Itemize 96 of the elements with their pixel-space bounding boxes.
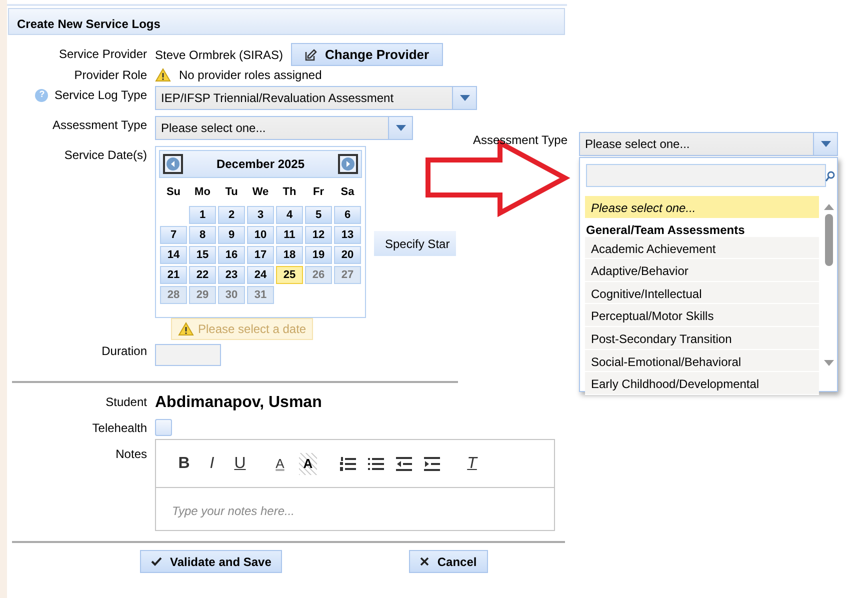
calendar-day[interactable]: 11	[276, 226, 303, 244]
calendar-day[interactable]: 18	[276, 246, 303, 264]
calendar-day[interactable]: 7	[160, 226, 187, 244]
field-label: Telehealth	[92, 420, 147, 437]
calendar-day: 29	[189, 286, 216, 304]
field-label: Assessment Type	[473, 132, 568, 149]
option-group-label: General/Team Assessments	[585, 222, 746, 237]
telehealth-checkbox[interactable]	[155, 419, 172, 436]
weekday-label: Fr	[312, 185, 325, 200]
caret-icon	[460, 95, 470, 101]
calendar-day: 27	[334, 266, 361, 284]
dropdown-option[interactable]: Post-Secondary Transition	[585, 326, 819, 350]
calendar-month-title: December 2025	[216, 156, 305, 173]
clear-format-button[interactable]: T	[458, 452, 486, 474]
check-icon	[151, 557, 162, 566]
calendar-day[interactable]: 14	[160, 246, 187, 264]
provider-name: Steve Ormbrek (SIRAS)	[155, 46, 284, 64]
warning-icon	[155, 68, 171, 82]
specify-start-button[interactable]: Specify Star	[374, 231, 456, 256]
indent-icon	[424, 456, 440, 470]
next-month-button[interactable]	[338, 154, 358, 174]
close-icon	[420, 557, 430, 566]
date-warning: Please select a date	[171, 318, 314, 340]
caret-icon	[396, 125, 406, 131]
weekday-label: Mo	[194, 185, 212, 200]
calendar-day[interactable]: 1	[189, 206, 216, 224]
field-label: Provider Role	[74, 67, 147, 84]
background-color-button[interactable]: A	[299, 452, 317, 474]
calendar-day[interactable]: 20	[334, 246, 361, 264]
italic-button[interactable]: I	[198, 452, 226, 474]
dropdown-option[interactable]: Perceptual/Motor Skills	[585, 304, 819, 327]
duration-field[interactable]	[155, 344, 221, 366]
field-label: Duration	[102, 343, 147, 360]
scrollbar[interactable]	[824, 204, 834, 366]
calendar-day: 31	[247, 286, 274, 304]
calendar-day[interactable]: 10	[247, 226, 274, 244]
calendar-day[interactable]: 15	[189, 246, 216, 264]
calendar-day: 28	[160, 286, 187, 304]
calendar-day[interactable]: 16	[218, 246, 245, 264]
calendar-day[interactable]: 6	[334, 206, 361, 224]
field-label: Assessment Type	[52, 117, 147, 134]
calendar-day[interactable]: 22	[189, 266, 216, 284]
calendar-day[interactable]: 9	[218, 226, 245, 244]
numbered-list-icon	[340, 456, 356, 470]
bold-button[interactable]: B	[170, 452, 198, 474]
warning-icon	[178, 322, 194, 336]
field-label: Service Date(s)	[64, 147, 147, 164]
calendar-day[interactable]: 23	[218, 266, 245, 284]
weekday-label: Su	[165, 185, 182, 200]
cancel-button[interactable]: Cancel	[409, 550, 488, 573]
dropdown-option[interactable]: Social-Emotional/Behavioral	[585, 350, 819, 372]
calendar-day[interactable]: 17	[247, 246, 274, 264]
validate-and-save-button[interactable]: Validate and Save	[140, 550, 282, 573]
calendar-day[interactable]: 2	[218, 206, 245, 224]
weekday-label: Th	[282, 185, 298, 200]
weekday-label: We	[251, 185, 270, 200]
calendar-day[interactable]: 25	[276, 266, 303, 284]
calendar-day[interactable]: 21	[160, 266, 187, 284]
calendar-day: 26	[305, 266, 332, 284]
field-label: Student	[106, 394, 147, 411]
field-label: Service Provider	[58, 46, 147, 63]
previous-month-button[interactable]	[163, 154, 183, 174]
font-color-button[interactable]: A	[266, 452, 294, 474]
calendar-day[interactable]: 24	[247, 266, 274, 284]
field-label: Service Log Type	[54, 87, 147, 104]
weekday-label: Sa	[340, 185, 356, 200]
change-provider-button[interactable]: Change Provider	[291, 43, 444, 66]
student-name: Abdimanapov, Usman	[155, 393, 322, 413]
calendar-day[interactable]: 13	[334, 226, 361, 244]
dropdown-option[interactable]: Early Childhood/Developmental	[585, 372, 819, 395]
search-icon	[825, 171, 835, 182]
panel-title: Create New Service Logs	[8, 8, 565, 35]
calendar-day[interactable]: 5	[305, 206, 332, 224]
warning-message: No provider roles assigned	[179, 67, 322, 84]
field-label: Notes	[116, 446, 147, 463]
notes-field[interactable]: Type your notes here...	[156, 488, 554, 530]
underline-button[interactable]: U	[226, 452, 254, 474]
bullet-list-icon	[368, 456, 384, 470]
calendar-day[interactable]: 19	[305, 246, 332, 264]
assessment-type-select[interactable]: Please select one...	[155, 116, 413, 140]
calendar-day[interactable]: 8	[189, 226, 216, 244]
outdent-icon	[396, 456, 412, 470]
dropdown-option[interactable]: Academic Achievement	[585, 236, 819, 260]
service-log-type-select[interactable]: IEP/IFSP Triennial/Revaluation Assessment	[155, 86, 477, 110]
calendar-day[interactable]: 3	[247, 206, 274, 224]
caret-icon	[820, 141, 830, 147]
assessment-type-select[interactable]: Please select one...	[579, 132, 838, 156]
calendar-day: 30	[218, 286, 245, 304]
calendar-day[interactable]: 4	[276, 206, 303, 224]
search-field[interactable]	[586, 164, 826, 187]
dropdown-option[interactable]: Cognitive/Intellectual	[585, 282, 819, 304]
dropdown-option[interactable]: Please select one...	[585, 196, 819, 219]
dropdown-option[interactable]: Adaptive/Behavior	[585, 259, 819, 282]
calendar-day[interactable]: 12	[305, 226, 332, 244]
edit-icon	[305, 48, 318, 60]
weekday-label: Tu	[224, 185, 239, 200]
